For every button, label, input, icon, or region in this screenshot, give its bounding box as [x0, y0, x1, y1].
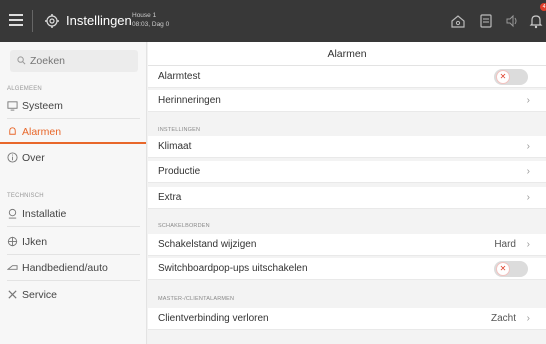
section-header-schakelborden: SCHAKELBORDEN — [158, 223, 210, 229]
document-icon[interactable] — [478, 13, 494, 29]
info-icon — [7, 152, 18, 163]
alarm-icon — [9, 127, 16, 135]
row-extra[interactable]: Extra › — [148, 187, 546, 209]
alarmtest-toggle[interactable]: ✕ — [494, 69, 528, 85]
sound-icon[interactable] — [504, 13, 520, 29]
section-header-instellingen: INSTELLINGEN — [158, 127, 201, 133]
divider — [7, 118, 140, 119]
close-icon: ✕ — [496, 70, 510, 84]
sidebar-item-label: IJken — [22, 236, 48, 248]
section-header-master-client: MASTER-/CLIENTALARMEN — [158, 296, 235, 302]
sidebar-item-label: Installatie — [22, 208, 67, 220]
sidebar-item-over[interactable]: Over — [0, 146, 146, 170]
search-box[interactable] — [10, 50, 138, 72]
page-title: Alarmen — [148, 42, 546, 66]
row-label: Herinneringen — [158, 95, 221, 106]
bell-icon[interactable] — [528, 13, 544, 29]
top-bar: Instellingen House 1 08:03, Dag 0 4 — [0, 0, 546, 42]
search-icon — [17, 56, 26, 65]
section-header-algemeen: ALGEMEEN — [7, 86, 42, 92]
section-header-technisch: TECHNISCH — [7, 193, 44, 199]
chevron-right-icon: › — [526, 166, 530, 177]
row-value: Hard — [494, 239, 516, 250]
row-alarmtest: Alarmtest ✕ — [148, 66, 546, 88]
house-name: House 1 — [132, 12, 157, 19]
divider — [7, 226, 140, 227]
house-status: 08:03, Dag 0 — [132, 21, 170, 28]
row-productie[interactable]: Productie › — [148, 161, 546, 183]
chevron-right-icon: › — [526, 141, 530, 152]
divider — [7, 254, 140, 255]
sidebar-item-handbediend-auto[interactable]: Handbediend/auto — [0, 256, 146, 280]
row-label: Clientverbinding verloren — [158, 313, 269, 324]
sidebar-item-label: Systeem — [22, 100, 63, 112]
row-label: Switchboardpop-ups uitschakelen — [158, 263, 308, 274]
row-label: Klimaat — [158, 141, 192, 152]
chevron-right-icon: › — [526, 192, 530, 203]
hamburger-menu-icon[interactable] — [9, 14, 23, 26]
switchboard-popups-toggle[interactable]: ✕ — [494, 261, 528, 277]
row-label: Productie — [158, 166, 201, 177]
sidebar-item-service[interactable]: Service — [0, 283, 146, 307]
row-schakelstand[interactable]: Schakelstand wijzigen Hard › — [148, 234, 546, 256]
row-label: Alarmtest — [158, 71, 201, 82]
chevron-right-icon: › — [526, 95, 530, 106]
service-icon — [8, 290, 17, 299]
gear-icon — [45, 14, 59, 28]
divider — [32, 10, 33, 32]
sidebar-item-alarmen[interactable]: Alarmen — [0, 120, 146, 144]
sidebar-item-label: Handbediend/auto — [22, 262, 108, 274]
home-icon[interactable] — [450, 13, 466, 29]
installation-icon — [8, 208, 17, 219]
sidebar-item-systeem[interactable]: Systeem — [0, 94, 146, 118]
monitor-icon — [7, 101, 18, 111]
notification-badge: 4 — [540, 3, 546, 11]
close-icon: ✕ — [496, 262, 510, 276]
row-herinneringen[interactable]: Herinneringen › — [148, 90, 546, 112]
row-label: Extra — [158, 192, 182, 203]
manual-auto-icon — [7, 265, 18, 270]
calibrate-icon — [7, 236, 18, 247]
sidebar-item-installatie[interactable]: Installatie — [0, 202, 146, 226]
sidebar-item-ijken[interactable]: IJken — [0, 230, 146, 254]
sidebar-item-label: Service — [22, 289, 58, 301]
sidebar: ALGEMEEN Systeem Alarmen Over TECHNISCH … — [0, 42, 147, 344]
app-title: Instellingen — [66, 13, 132, 28]
chevron-right-icon: › — [526, 313, 530, 324]
sidebar-item-label: Over — [22, 152, 45, 164]
divider — [7, 280, 140, 281]
house-info[interactable]: House 1 08:03, Dag 0 — [132, 11, 169, 29]
chevron-right-icon: › — [526, 239, 530, 250]
sidebar-item-label: Alarmen — [22, 126, 62, 138]
row-klimaat[interactable]: Klimaat › — [148, 136, 546, 158]
search-input[interactable] — [30, 53, 130, 69]
row-clientverbinding[interactable]: Clientverbinding verloren Zacht › — [148, 308, 546, 330]
main-panel: Alarmen Alarmtest ✕ Herinneringen › INST… — [148, 42, 546, 344]
row-label: Schakelstand wijzigen — [158, 239, 257, 250]
row-value: Zacht — [490, 313, 516, 324]
row-switchboard-popups: Switchboardpop-ups uitschakelen ✕ — [148, 258, 546, 280]
